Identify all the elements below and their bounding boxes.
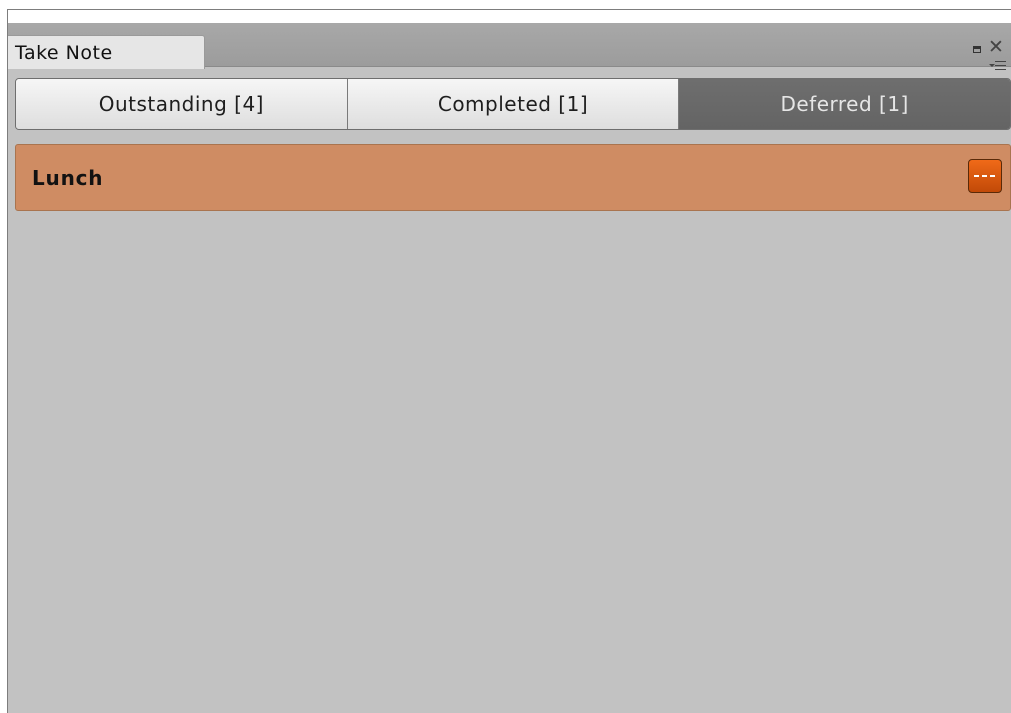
close-icon[interactable]: ✕ (988, 38, 1006, 57)
status-tabs: Outstanding [4] Completed [1] Deferred [… (15, 78, 1011, 130)
more-icon (974, 175, 996, 177)
more-options-button[interactable] (968, 159, 1002, 193)
note-item-title: Lunch (32, 166, 104, 190)
window-titlebar: Take Note ✕ (8, 23, 1011, 70)
tab-completed[interactable]: Completed [1] (347, 79, 680, 129)
window-controls: ✕ (969, 38, 1009, 78)
top-strip (8, 10, 1011, 23)
tab-outstanding[interactable]: Outstanding [4] (16, 79, 348, 129)
menu-icon[interactable] (989, 60, 1007, 72)
hamburger-icon (995, 61, 1006, 70)
maximize-icon[interactable] (973, 46, 981, 53)
window-tab-title[interactable]: Take Note (8, 35, 205, 69)
tab-deferred[interactable]: Deferred [1] (679, 79, 1010, 129)
editor-window: Take Note ✕ Outstanding [4] Completed [1… (7, 9, 1011, 713)
note-item[interactable]: Lunch (15, 144, 1011, 211)
